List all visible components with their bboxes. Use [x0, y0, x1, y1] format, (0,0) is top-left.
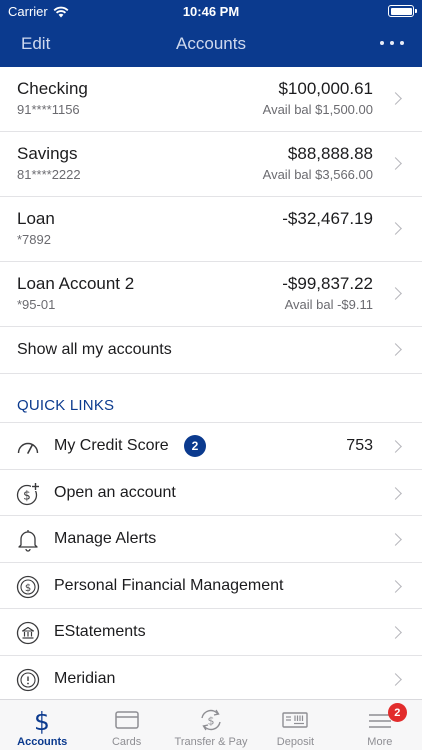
nav-bar: Edit Accounts — [0, 30, 422, 60]
account-balance: -$32,467.19 — [282, 209, 373, 228]
svg-text:$: $ — [25, 583, 31, 594]
page-title: Accounts — [176, 34, 246, 53]
notification-badge: 2 — [387, 703, 407, 722]
tab-label: More — [367, 736, 393, 748]
notification-badge: 2 — [184, 435, 206, 457]
chevron-right-icon — [389, 440, 402, 453]
gauge-icon — [17, 442, 39, 454]
quick-link-estatements[interactable]: EStatements — [0, 609, 422, 656]
chevron-right-icon — [389, 157, 402, 170]
quick-link-label: Manage Alerts — [54, 530, 157, 547]
quick-link-label: EStatements — [54, 623, 146, 640]
quick-link-label: Meridian — [54, 669, 116, 687]
available-balance: Avail bal -$9.11 — [284, 297, 373, 312]
quick-link-label: My Credit Score — [54, 437, 169, 454]
account-row-savings[interactable]: Savings 81****2222 $88,888.88 Avail bal … — [0, 132, 422, 197]
quick-link-open-account[interactable]: $ Open an account — [0, 470, 422, 516]
quick-link-label: Open an account — [54, 483, 176, 501]
accounts-list: Checking 91****1156 $100,000.61 Avail ba… — [0, 67, 422, 374]
quick-link-personal-financial-management[interactable]: $ Personal Financial Management — [0, 563, 422, 609]
dollar-plus-icon: $ — [16, 481, 40, 505]
alert-circle-icon — [16, 668, 40, 691]
more-options-icon[interactable] — [380, 36, 404, 50]
chevron-right-icon — [389, 486, 402, 500]
status-bar: Carrier 10:46 PM — [0, 0, 422, 22]
chevron-right-icon — [389, 343, 402, 356]
show-all-accounts-label: Show all my accounts — [17, 341, 172, 358]
edit-button[interactable]: Edit — [21, 34, 50, 54]
quick-link-credit-score[interactable]: My Credit Score 2 753 — [0, 423, 422, 470]
tab-label: Accounts — [17, 736, 68, 748]
account-number: 81****2222 — [17, 167, 81, 182]
account-number: 91****1156 — [17, 102, 80, 117]
dollar-circle-icon: $ — [16, 575, 40, 598]
account-row-loan-account-2[interactable]: Loan Account 2 *95-01 -$99,837.22 Avail … — [0, 262, 422, 327]
svg-text:$: $ — [23, 488, 31, 502]
quick-link-label: Personal Financial Management — [54, 576, 284, 594]
show-all-accounts-row[interactable]: Show all my accounts — [0, 327, 422, 374]
card-icon — [114, 711, 139, 729]
account-balance: -$99,837.22 — [282, 274, 373, 293]
account-name: Savings — [17, 144, 78, 163]
chevron-right-icon — [389, 222, 402, 235]
available-balance: Avail bal $3,566.00 — [262, 167, 373, 182]
account-balance: $100,000.61 — [278, 79, 373, 98]
account-number: *7892 — [17, 232, 51, 247]
tab-label: Transfer & Pay — [174, 736, 248, 748]
tab-cards[interactable]: Cards — [84, 700, 168, 750]
bell-icon — [18, 530, 38, 552]
quick-link-meridian[interactable]: Meridian — [0, 656, 422, 702]
account-row-loan[interactable]: Loan *7892 -$32,467.19 — [0, 197, 422, 262]
account-name: Loan — [17, 209, 55, 228]
account-balance: $88,888.88 — [287, 144, 373, 163]
available-balance: Avail bal $1,500.00 — [262, 102, 373, 117]
battery-icon — [388, 5, 417, 17]
dollar-icon: $ — [34, 707, 50, 734]
quick-links-list: My Credit Score 2 753 $ Open an account … — [0, 423, 422, 702]
svg-text:$: $ — [208, 715, 215, 728]
transfer-icon: $ — [201, 709, 221, 731]
tab-deposit[interactable]: Deposit — [253, 700, 337, 750]
top-bar: Carrier 10:46 PM Edit Accounts — [0, 0, 422, 67]
quick-links-header: QUICK LINKS — [0, 385, 422, 423]
chevron-right-icon — [389, 672, 402, 686]
tab-bar: $ Accounts Cards $ Transfer & Pay Deposi… — [0, 699, 422, 750]
chevron-right-icon — [389, 92, 402, 105]
tab-accounts[interactable]: $ Accounts — [0, 700, 84, 750]
clock: 10:46 PM — [182, 4, 240, 19]
check-deposit-icon — [282, 712, 309, 728]
tab-label: Cards — [111, 736, 142, 748]
tab-transfer-pay[interactable]: $ Transfer & Pay — [169, 700, 253, 750]
account-number: *95-01 — [17, 297, 56, 312]
svg-text:$: $ — [34, 707, 50, 734]
tab-more[interactable]: 2 More — [338, 700, 422, 750]
quick-links-title: QUICK LINKS — [17, 397, 115, 414]
account-name: Checking — [17, 79, 88, 98]
quick-link-manage-alerts[interactable]: Manage Alerts — [0, 516, 422, 563]
chevron-right-icon — [389, 533, 402, 546]
chevron-right-icon — [389, 626, 402, 639]
bank-icon — [16, 621, 40, 645]
tab-label: Deposit — [276, 736, 315, 748]
chevron-right-icon — [389, 579, 402, 593]
chevron-right-icon — [389, 287, 402, 300]
credit-score-value: 753 — [346, 437, 373, 454]
account-row-checking[interactable]: Checking 91****1156 $100,000.61 Avail ba… — [0, 67, 422, 132]
account-name: Loan Account 2 — [17, 274, 135, 293]
